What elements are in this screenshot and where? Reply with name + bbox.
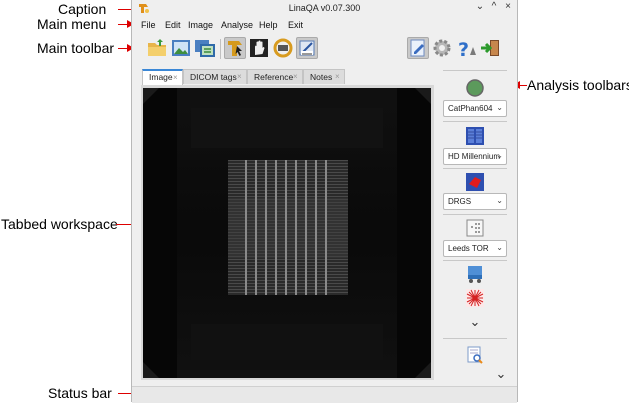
analysis-toolbars: CatPhan604 ⌄ HD Millennium ⌄ DRGS ⌄ Leed… <box>439 68 511 382</box>
tab-image[interactable]: Image × <box>142 69 183 85</box>
status-bar-annotation: Status bar <box>48 385 112 401</box>
starshot-phantom-icon[interactable] <box>465 264 485 284</box>
drgs-select[interactable]: DRGS ⌄ <box>443 193 507 210</box>
menu-file[interactable]: File <box>141 20 156 30</box>
analysis-separator <box>443 214 507 215</box>
chevron-down-icon: ⌄ <box>496 151 503 160</box>
window-title: LinaQA v0.07.300 <box>288 3 361 13</box>
analysis-separator <box>443 260 507 261</box>
tabbed-workspace <box>141 85 434 380</box>
menu-edit[interactable]: Edit <box>165 20 181 30</box>
cursor-icon[interactable] <box>224 37 246 59</box>
menu-exit[interactable]: Exit <box>288 20 303 30</box>
caption-annotation: Caption <box>58 1 107 17</box>
settings-gear-icon[interactable] <box>431 37 453 59</box>
maximize-button[interactable]: ^ <box>488 1 500 12</box>
tab-dicom-tags-close-icon[interactable]: × <box>237 72 242 81</box>
tab-dicom-tags-label: DICOM tags <box>190 72 237 82</box>
hand-icon[interactable] <box>248 37 270 59</box>
catphan-select[interactable]: CatPhan604 ⌄ <box>443 100 507 117</box>
main-menu: File Edit Image Analyse Help Exit <box>132 17 517 33</box>
tab-image-label: Image <box>149 72 173 82</box>
menu-image[interactable]: Image <box>188 20 213 30</box>
main-toolbar: ? <box>132 33 517 65</box>
tab-reference-close-icon[interactable]: × <box>293 72 298 81</box>
tab-image-close-icon[interactable]: × <box>173 73 178 82</box>
app-window: LinaQA v0.07.300 ⌄ ^ × File Edit Image A… <box>131 0 518 403</box>
chevron-down-icon: ⌄ <box>496 243 503 252</box>
menu-help[interactable]: Help <box>259 20 278 30</box>
close-button[interactable]: × <box>502 1 514 12</box>
image-view[interactable] <box>143 88 431 378</box>
ring-icon[interactable] <box>272 37 294 59</box>
image-icon[interactable] <box>170 37 192 59</box>
catphan-select-value: CatPhan604 <box>448 104 493 113</box>
mlc-analyse-icon[interactable] <box>465 126 485 146</box>
expand-toolbar-icon[interactable]: ⌄ <box>465 314 485 330</box>
analysis-separator <box>443 121 507 122</box>
menu-analyse[interactable]: Analyse <box>221 20 253 30</box>
minimize-button[interactable]: ⌄ <box>474 1 486 12</box>
edit-icon[interactable] <box>407 37 429 59</box>
leeds-select-value: Leeds TOR <box>448 244 489 253</box>
document-search-icon[interactable] <box>465 345 485 365</box>
tab-dicom-tags[interactable]: DICOM tags × <box>183 69 247 84</box>
tab-notes-close-icon[interactable]: × <box>335 72 340 81</box>
analysis-toolbars-arrow <box>520 85 527 86</box>
mlc-select[interactable]: HD Millennium ⌄ <box>443 148 507 165</box>
image-canvas <box>143 88 431 378</box>
starshot-analyse-icon[interactable] <box>465 288 485 308</box>
exit-icon[interactable] <box>479 37 501 59</box>
main-menu-annotation: Main menu <box>37 16 107 32</box>
status-bar <box>132 386 517 403</box>
chevron-down-icon: ⌄ <box>496 103 503 112</box>
expand-secondary-toolbar-icon[interactable]: ⌄ <box>491 366 511 382</box>
tabbed-workspace-annotation: Tabbed workspace <box>1 216 118 232</box>
dicom-icon[interactable] <box>296 37 318 59</box>
tab-reference-label: Reference <box>254 72 294 82</box>
image-stack-icon[interactable] <box>194 37 216 59</box>
tab-reference[interactable]: Reference × <box>247 69 303 84</box>
drgs-analyse-icon[interactable] <box>465 172 485 192</box>
toolbar-separator <box>220 39 221 59</box>
leeds-analyse-icon[interactable] <box>465 218 485 238</box>
open-folder-icon[interactable] <box>146 37 168 59</box>
analysis-separator <box>443 168 507 169</box>
analysis-separator <box>443 338 507 339</box>
tab-notes-label: Notes <box>310 72 333 82</box>
catphan-analyse-icon[interactable] <box>465 78 485 98</box>
drgs-select-value: DRGS <box>448 197 472 206</box>
tab-notes[interactable]: Notes × <box>303 69 345 84</box>
chevron-down-icon: ⌄ <box>496 196 503 205</box>
analysis-toolbars-annotation: Analysis toolbars <box>527 77 629 93</box>
svg-text:?: ? <box>458 39 469 59</box>
leeds-select[interactable]: Leeds TOR ⌄ <box>443 240 507 257</box>
mlc-select-value: HD Millennium <box>448 152 501 161</box>
help-icon[interactable]: ? <box>455 37 477 61</box>
analysis-separator <box>443 70 507 71</box>
title-bar: LinaQA v0.07.300 ⌄ ^ × <box>132 0 517 17</box>
main-toolbar-annotation: Main toolbar <box>37 40 115 56</box>
